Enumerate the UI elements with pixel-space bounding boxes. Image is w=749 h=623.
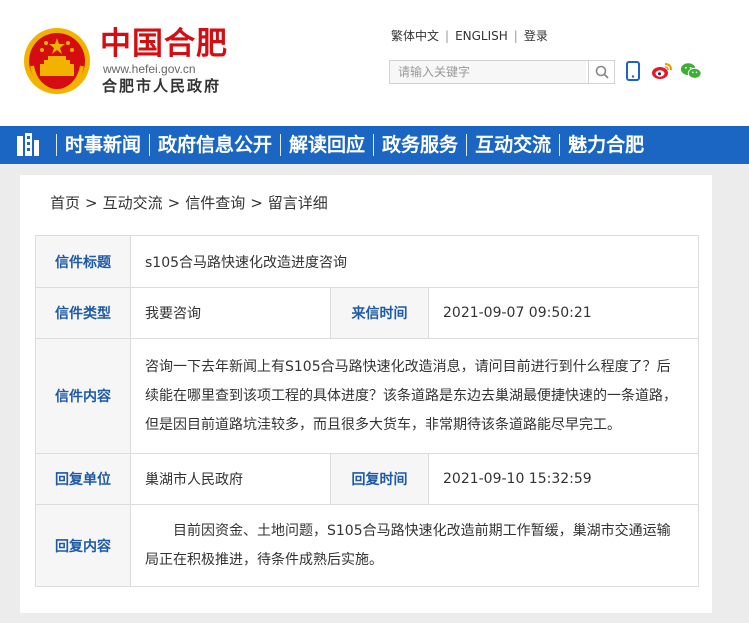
reply-time-value: 2021-09-10 15:32:59 bbox=[427, 453, 700, 505]
national-emblem-logo[interactable] bbox=[22, 26, 92, 96]
divider: | bbox=[513, 29, 518, 43]
social-icons bbox=[622, 60, 702, 82]
site-url: www.hefei.gov.cn bbox=[103, 62, 196, 76]
letter-title-value: s105合马路快速化改造进度咨询 bbox=[129, 235, 700, 288]
reply-content-label: 回复内容 bbox=[35, 504, 131, 587]
breadcrumb: 首页 > 互动交流 > 信件查询 > 留言详细 bbox=[50, 192, 328, 214]
breadcrumb-home[interactable]: 首页 bbox=[50, 192, 80, 214]
letter-time-value: 2021-09-07 09:50:21 bbox=[427, 287, 700, 339]
reply-time-label: 回复时间 bbox=[330, 453, 429, 505]
search-button[interactable] bbox=[588, 61, 614, 83]
table-row: 信件类型 我要咨询 来信时间 2021-09-07 09:50:21 bbox=[35, 287, 700, 339]
main-nav: 时事新闻 政府信息公开 解读回应 政务服务 互动交流 魅力合肥 bbox=[0, 126, 749, 164]
wechat-icon[interactable] bbox=[680, 60, 702, 82]
divider: | bbox=[445, 29, 450, 43]
nav-item-services[interactable]: 政务服务 bbox=[374, 126, 466, 164]
nav-divider bbox=[56, 134, 57, 156]
letter-content-label: 信件内容 bbox=[35, 338, 131, 454]
letter-detail-table: 信件标题 s105合马路快速化改造进度咨询 信件类型 我要咨询 来信时间 202… bbox=[35, 235, 700, 587]
nav-divider bbox=[466, 134, 468, 156]
nav-divider bbox=[149, 134, 151, 156]
table-row: 信件内容 咨询一下去年新闻上有S105合马路快速化改造消息，请问目前进行到什么程… bbox=[35, 338, 700, 454]
nav-divider bbox=[373, 134, 375, 156]
letter-type-value: 我要咨询 bbox=[130, 287, 331, 339]
content-panel: 首页 > 互动交流 > 信件查询 > 留言详细 信件标题 s105合马路快速化改… bbox=[20, 175, 712, 613]
nav-divider bbox=[280, 134, 282, 156]
nav-item-charm[interactable]: 魅力合肥 bbox=[560, 126, 652, 164]
nav-item-interpretation[interactable]: 解读回应 bbox=[281, 126, 373, 164]
phone-icon[interactable] bbox=[622, 60, 644, 82]
reply-unit-value: 巢湖市人民政府 bbox=[130, 453, 331, 505]
letter-time-label: 来信时间 bbox=[330, 287, 429, 339]
breadcrumb-interaction[interactable]: 互动交流 bbox=[103, 192, 163, 214]
table-row: 信件标题 s105合马路快速化改造进度咨询 bbox=[35, 235, 700, 288]
reply-unit-label: 回复单位 bbox=[35, 453, 131, 505]
weibo-icon[interactable] bbox=[651, 60, 673, 82]
english-link[interactable]: ENGLISH bbox=[455, 28, 508, 44]
breadcrumb-separator: > bbox=[85, 194, 98, 212]
search-icon bbox=[595, 65, 609, 79]
breadcrumb-current: 留言详细 bbox=[267, 194, 328, 212]
letter-title-label: 信件标题 bbox=[35, 235, 131, 288]
traditional-chinese-link[interactable]: 繁体中文 bbox=[391, 28, 439, 44]
nav-divider bbox=[559, 134, 561, 156]
letter-content-value: 咨询一下去年新闻上有S105合马路快速化改造消息，请问目前进行到什么程度了？后续… bbox=[129, 338, 700, 454]
table-row: 回复单位 巢湖市人民政府 回复时间 2021-09-10 15:32:59 bbox=[35, 453, 700, 505]
letter-type-label: 信件类型 bbox=[35, 287, 131, 339]
login-link[interactable]: 登录 bbox=[524, 28, 548, 44]
nav-item-gov-info[interactable]: 政府信息公开 bbox=[150, 126, 280, 164]
search-box bbox=[389, 60, 615, 84]
nav-item-interaction[interactable]: 互动交流 bbox=[467, 126, 559, 164]
building-icon[interactable] bbox=[0, 126, 56, 164]
reply-content-value: 目前因资金、土地问题，S105合马路快速化改造前期工作暂缓，巢湖市交通运输局正在… bbox=[129, 504, 700, 587]
site-subtitle: 合肥市人民政府 bbox=[102, 77, 222, 95]
top-links: 繁体中文 | ENGLISH | 登录 bbox=[391, 28, 548, 44]
search-input[interactable] bbox=[390, 61, 586, 83]
site-header: 中国合肥 www.hefei.gov.cn 合肥市人民政府 繁体中文 | ENG… bbox=[0, 0, 749, 126]
site-title: 中国合肥 bbox=[100, 26, 228, 62]
table-row: 回复内容 目前因资金、土地问题，S105合马路快速化改造前期工作暂缓，巢湖市交通… bbox=[35, 504, 700, 587]
nav-item-news[interactable]: 时事新闻 bbox=[57, 126, 149, 164]
breadcrumb-separator: > bbox=[250, 194, 263, 212]
breadcrumb-letter-query[interactable]: 信件查询 bbox=[185, 192, 245, 214]
breadcrumb-separator: > bbox=[167, 194, 181, 212]
